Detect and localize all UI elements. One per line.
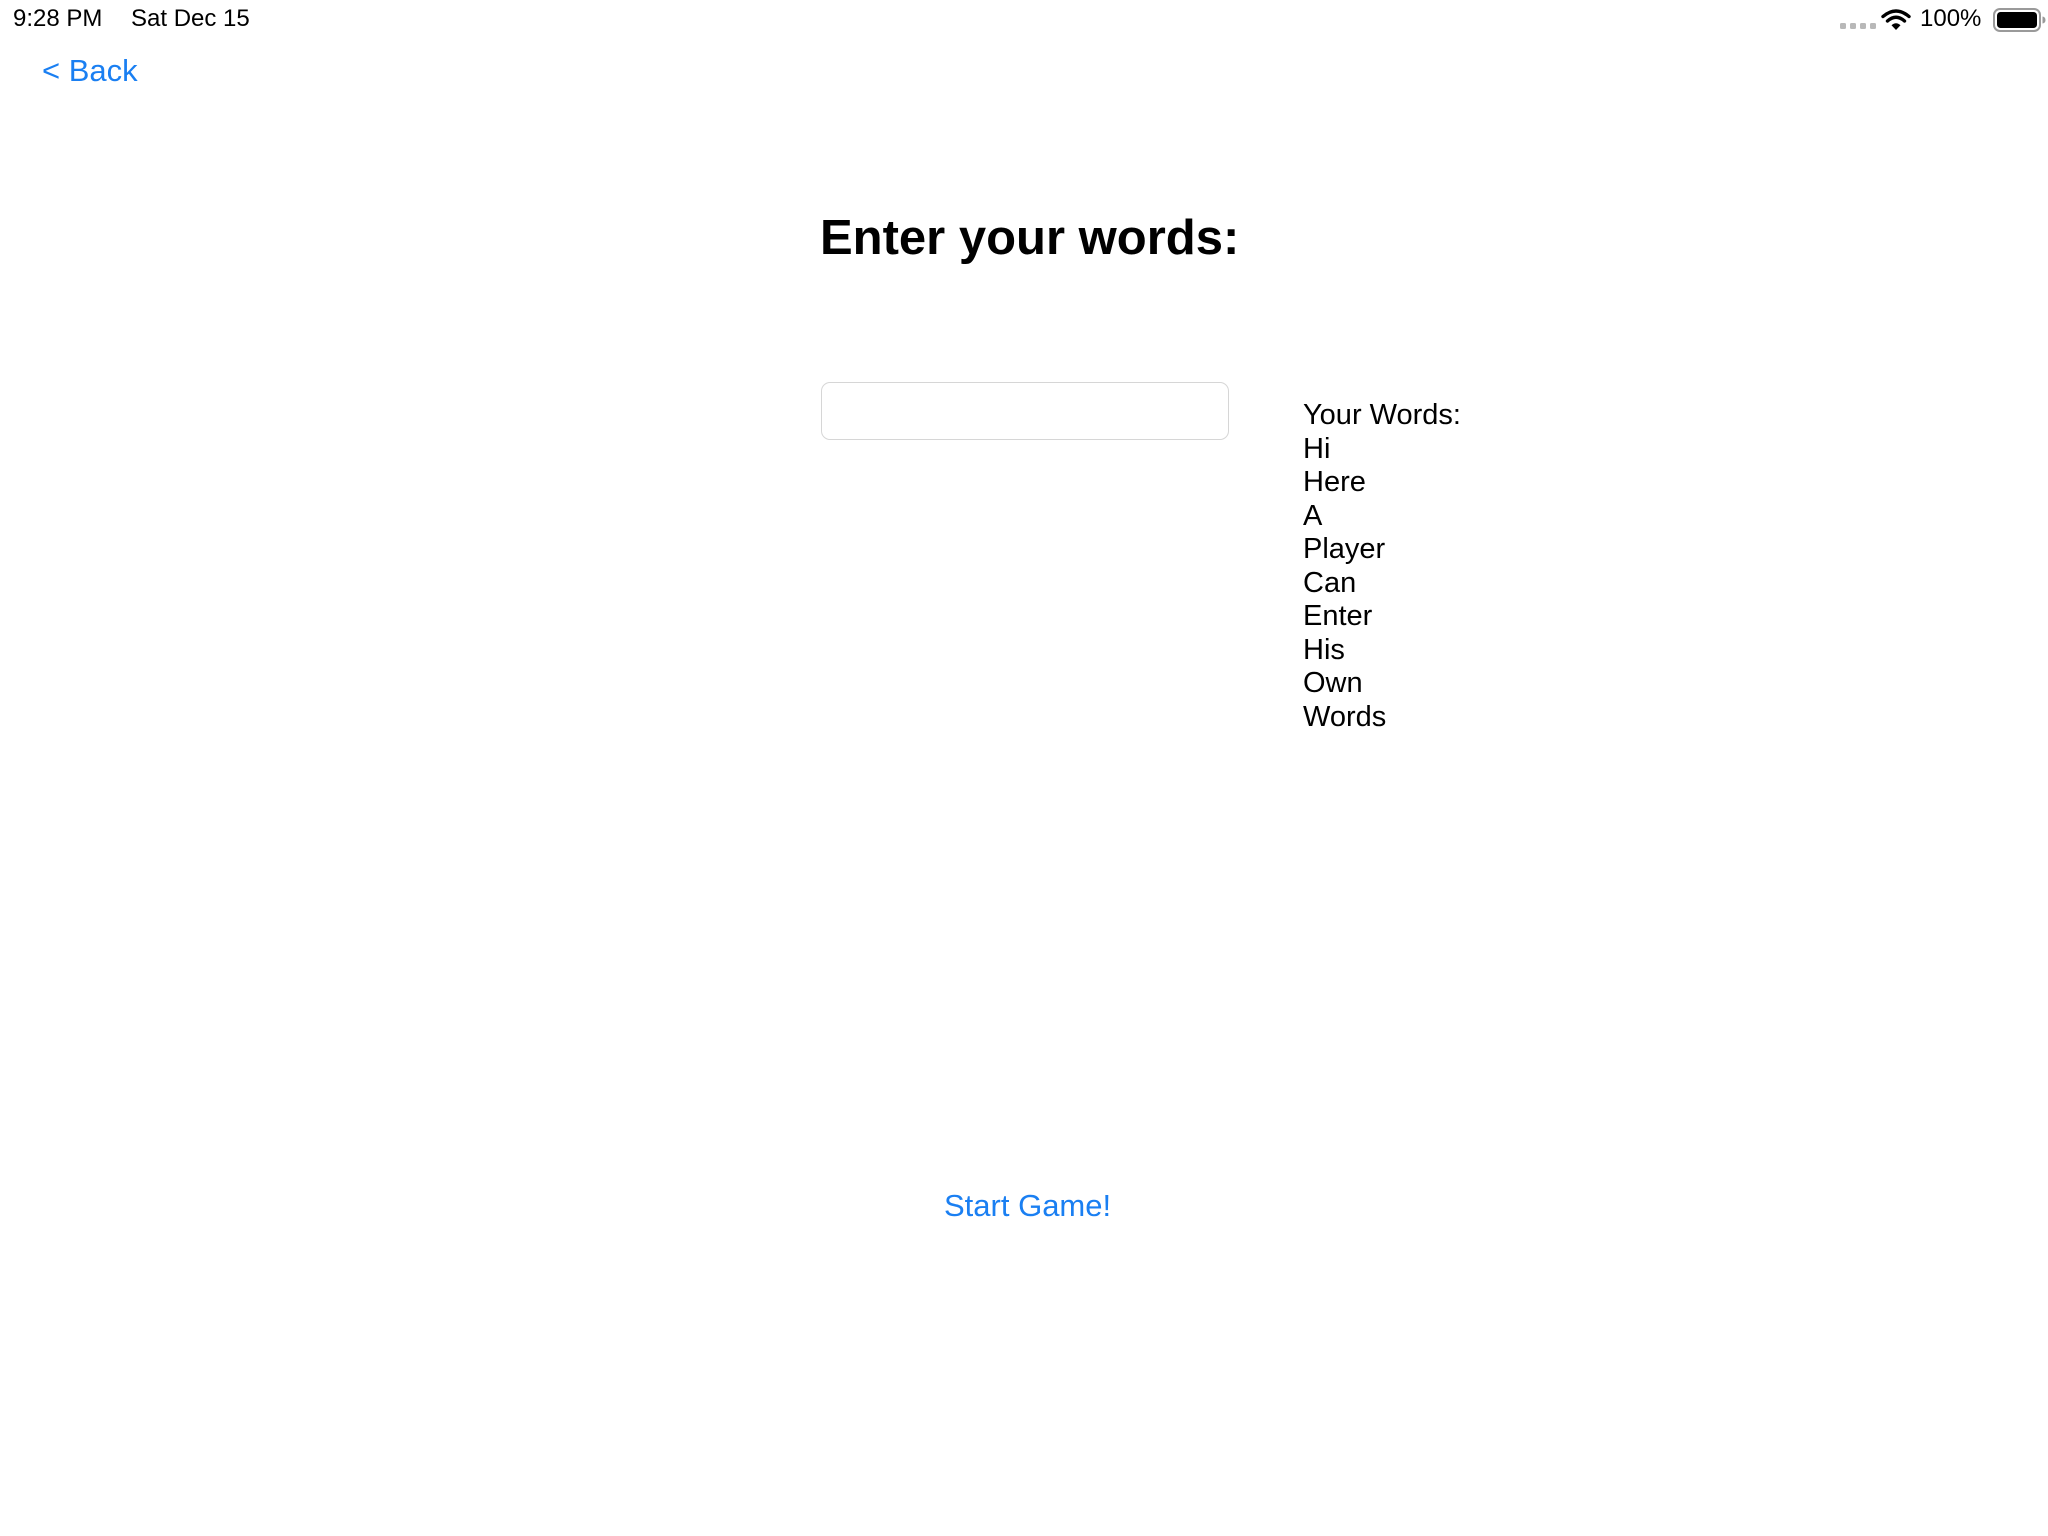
word-item: Can: [1303, 566, 1357, 599]
word-item: Hi: [1303, 432, 1331, 465]
signal-dots-icon: [1840, 23, 1876, 29]
word-item: Own: [1303, 667, 1363, 699]
back-button[interactable]: < Back: [42, 52, 138, 90]
word-item: A: [1303, 499, 1323, 532]
status-time: 9:28 PM: [13, 5, 103, 32]
battery-icon: [1993, 8, 2046, 32]
words-list: Hi Here A Player Can Enter His Own Words: [1303, 433, 1603, 735]
word-item: Here: [1303, 466, 1366, 498]
page-title: Enter your words:: [820, 211, 1240, 265]
word-item: Words: [1303, 700, 1387, 733]
status-bar: 9:28 PM Sat Dec 15 100%: [0, 0, 2048, 40]
words-header: Your Words:: [1303, 399, 1461, 431]
word-input[interactable]: [821, 382, 1229, 440]
start-game-button[interactable]: Start Game!: [944, 1187, 1111, 1225]
word-item: Enter: [1303, 600, 1373, 632]
words-panel: Your Words: Hi Here A Player Can Enter H…: [1303, 399, 1603, 734]
status-date: Sat Dec 15: [131, 5, 250, 32]
word-item: Player: [1303, 533, 1386, 565]
wifi-icon: [1881, 9, 1911, 30]
battery-percent: 100%: [1920, 5, 1982, 32]
word-item: His: [1303, 633, 1345, 666]
